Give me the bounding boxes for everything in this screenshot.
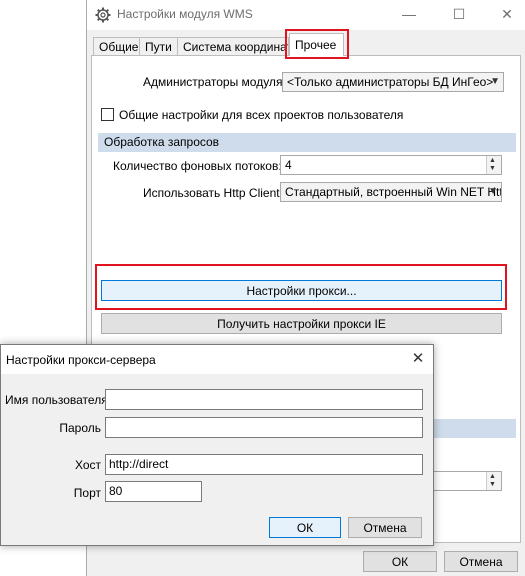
port-label: Порт: [73, 486, 101, 500]
password-field[interactable]: [105, 417, 423, 438]
cancel-button[interactable]: Отмена: [444, 551, 518, 572]
threads-spin-buttons[interactable]: ▲ ▼: [486, 156, 501, 174]
http-client-value: Стандартный, встроенный Win NET Http: [285, 185, 502, 199]
password-label: Пароль: [59, 421, 101, 435]
close-icon[interactable]: ✕: [407, 349, 429, 369]
threads-stepper[interactable]: 4 ▲ ▼: [280, 155, 502, 175]
tab-paths[interactable]: Пути: [139, 37, 178, 56]
dialog-ok-button[interactable]: ОК: [269, 517, 341, 538]
tab-coordinate-system[interactable]: Система координат: [177, 37, 289, 56]
requests-section-header: Обработка запросов: [98, 133, 516, 152]
title-bar[interactable]: Настройки модуля WMS — ☐ ✕: [87, 0, 525, 30]
spin-up-icon[interactable]: ▲: [489, 473, 496, 481]
username-label: Имя пользователя: [5, 393, 108, 407]
chevron-down-icon: ▼: [490, 76, 500, 87]
username-field[interactable]: [105, 389, 423, 410]
tab-general[interactable]: Общие: [93, 37, 140, 56]
host-field[interactable]: http://direct: [105, 454, 423, 475]
admins-combo-value: <Только администраторы БД ИнГео>: [287, 75, 494, 89]
minimize-button[interactable]: —: [397, 4, 421, 24]
proxy-dialog: Настройки прокси-сервера ✕ Имя пользоват…: [0, 344, 434, 546]
window-title: Настройки модуля WMS: [117, 7, 253, 21]
threads-label: Количество фоновых потоков:: [113, 159, 282, 173]
admins-combo[interactable]: <Только администраторы БД ИнГео> ▼: [282, 72, 504, 92]
spin-down-icon[interactable]: ▼: [489, 481, 496, 489]
get-ie-proxy-button[interactable]: Получить настройки прокси IE: [101, 313, 502, 334]
ok-button[interactable]: ОК: [363, 551, 437, 572]
dialog-title-bar[interactable]: Настройки прокси-сервера ✕: [1, 345, 433, 374]
close-button[interactable]: ✕: [495, 4, 519, 24]
proxy-button-highlight-box: [95, 264, 507, 310]
maximize-button[interactable]: ☐: [447, 4, 471, 24]
spin-up-icon[interactable]: ▲: [489, 157, 496, 165]
http-client-combo[interactable]: Стандартный, встроенный Win NET Http ▼: [280, 182, 502, 202]
host-label: Хост: [74, 458, 101, 472]
threads-value: 4: [285, 158, 292, 172]
dialog-cancel-button[interactable]: Отмена: [348, 517, 422, 538]
spin-down-icon[interactable]: ▼: [489, 165, 496, 173]
common-settings-label: Общие настройки для всех проектов пользо…: [119, 108, 404, 122]
dialog-title: Настройки прокси-сервера: [6, 353, 156, 367]
http-client-label: Использовать Http Client:: [143, 186, 283, 200]
chevron-down-icon: ▼: [488, 186, 498, 197]
gear-icon: [95, 7, 111, 23]
common-settings-checkbox[interactable]: [101, 108, 114, 121]
tab-highlight-box: [285, 29, 349, 59]
admins-label: Администраторы модуля:: [143, 75, 286, 89]
port-field[interactable]: 80: [105, 481, 202, 502]
hidden-spin-buttons[interactable]: ▲ ▼: [486, 472, 501, 490]
